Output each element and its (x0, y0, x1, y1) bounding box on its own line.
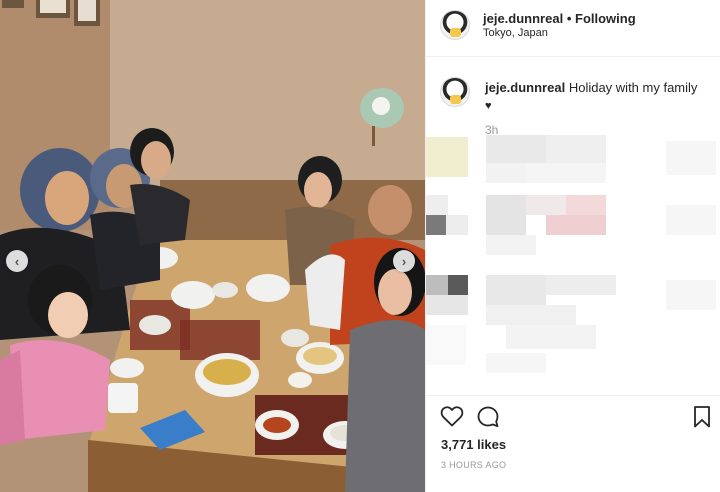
following-button[interactable]: Following (575, 11, 636, 26)
post-header: jeje.dunnreal • Following Tokyo, Japan (426, 0, 720, 57)
heart-emoji: ♥ (485, 100, 492, 112)
header-username-row: jeje.dunnreal • Following (483, 11, 636, 26)
comment-icon[interactable] (476, 405, 500, 429)
caption-username-link[interactable]: jeje.dunnreal (485, 80, 565, 95)
post-actions: 3,771 likes 3 HOURS AGO (426, 395, 720, 492)
restaurant-family-photo (0, 0, 425, 492)
chevron-left-icon: ‹ (14, 253, 20, 269)
avatar[interactable] (440, 10, 470, 40)
post-side-panel: jeje.dunnreal • Following Tokyo, Japan j… (425, 0, 720, 492)
blurred-comments (426, 135, 716, 373)
previous-photo-button[interactable]: ‹ (6, 250, 28, 272)
username-link[interactable]: jeje.dunnreal (483, 11, 563, 26)
comments-section: jeje.dunnreal Holiday with my family ♥ 3… (426, 57, 720, 397)
chevron-right-icon: › (401, 253, 407, 269)
post-timestamp[interactable]: 3 HOURS AGO (441, 460, 506, 470)
caption-text: Holiday with my family (568, 80, 698, 95)
location-link[interactable]: Tokyo, Japan (483, 27, 548, 39)
heart-icon[interactable] (440, 405, 464, 427)
next-photo-button[interactable]: › (393, 250, 415, 272)
caption-avatar[interactable] (440, 77, 470, 107)
separator-dot: • (566, 11, 572, 26)
bookmark-icon[interactable] (692, 405, 712, 429)
post-photo[interactable]: ‹ › (0, 0, 425, 492)
likes-count[interactable]: 3,771 likes (441, 437, 506, 452)
caption: jeje.dunnreal Holiday with my family ♥ (485, 79, 710, 115)
